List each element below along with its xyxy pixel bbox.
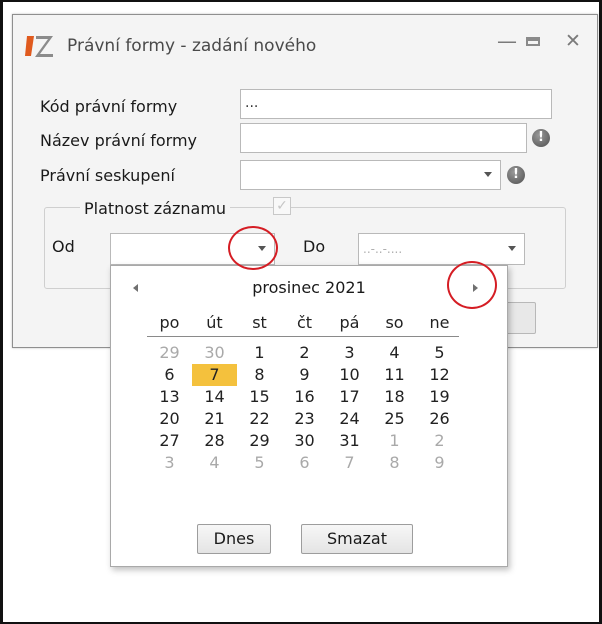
weekday-label: čt: [296, 313, 313, 332]
weekday-label: st: [252, 313, 267, 332]
calendar-day[interactable]: 28: [192, 430, 237, 452]
calendar-day[interactable]: 4: [372, 342, 417, 364]
calendar-day[interactable]: 8: [372, 452, 417, 474]
calendar-popup: prosinec 2021 po út st čt pá so ne 29 30…: [110, 265, 508, 567]
calendar-day[interactable]: 7: [327, 452, 372, 474]
calendar-day[interactable]: 6: [147, 364, 192, 386]
calendar-week-row: 20 21 22 23 24 25 26: [147, 408, 462, 430]
do-placeholder: ..-..-....: [363, 242, 403, 256]
minimize-button[interactable]: —: [497, 29, 517, 53]
calendar-day[interactable]: 20: [147, 408, 192, 430]
calendar-day[interactable]: 9: [417, 452, 462, 474]
window-title: Právní formy - zadání nového: [67, 36, 317, 56]
title-bar[interactable]: Právní formy - zadání nového — ✕: [13, 15, 597, 73]
calendar-day[interactable]: 2: [282, 342, 327, 364]
do-dropdown-arrow-icon[interactable]: [508, 246, 516, 251]
nazev-input[interactable]: [240, 123, 527, 153]
weekday-label: so: [385, 313, 404, 332]
kod-input[interactable]: ...: [240, 89, 552, 119]
weekday-label: út: [206, 313, 223, 332]
nazev-label: Název právní formy: [40, 131, 198, 150]
do-date-combobox[interactable]: ..-..-....: [358, 233, 525, 265]
calendar-week-row: 13 14 15 16 17 18 19: [147, 386, 462, 408]
weekday-label: ne: [429, 313, 450, 332]
calendar-day[interactable]: 6: [282, 452, 327, 474]
calendar-day[interactable]: 13: [147, 386, 192, 408]
calendar-day[interactable]: 21: [192, 408, 237, 430]
annotation-circle-od-arrow: [228, 226, 278, 270]
calendar-day[interactable]: 24: [327, 408, 372, 430]
calendar-day[interactable]: 30: [282, 430, 327, 452]
calendar-day[interactable]: 4: [192, 452, 237, 474]
today-button[interactable]: Dnes: [197, 524, 271, 554]
calendar-day-today[interactable]: 7: [192, 364, 237, 386]
calendar-day[interactable]: 8: [237, 364, 282, 386]
calendar-day[interactable]: 3: [327, 342, 372, 364]
calendar-day[interactable]: 12: [417, 364, 462, 386]
weekday-label: pá: [339, 313, 360, 332]
calendar-day[interactable]: 3: [147, 452, 192, 474]
calendar-day[interactable]: 17: [327, 386, 372, 408]
app-logo-icon: [25, 36, 53, 57]
calendar-day[interactable]: 2: [417, 430, 462, 452]
calendar-day[interactable]: 14: [192, 386, 237, 408]
calendar-day[interactable]: 5: [417, 342, 462, 364]
calendar-day[interactable]: 26: [417, 408, 462, 430]
calendar-day[interactable]: 11: [372, 364, 417, 386]
clear-button[interactable]: Smazat: [301, 524, 413, 554]
calendar-day[interactable]: 19: [417, 386, 462, 408]
platnost-checkbox[interactable]: ✓: [273, 197, 291, 215]
seskupeni-label: Právní seskupení: [40, 166, 175, 185]
do-label: Do: [303, 237, 326, 256]
calendar-day[interactable]: 29: [237, 430, 282, 452]
calendar-day[interactable]: 10: [327, 364, 372, 386]
seskupeni-combobox[interactable]: [240, 160, 501, 190]
weekday-label: po: [159, 313, 180, 332]
calendar-day[interactable]: 16: [282, 386, 327, 408]
calendar-day[interactable]: 31: [327, 430, 372, 452]
kod-label: Kód právní formy: [40, 97, 178, 116]
calendar-week-row: 29 30 1 2 3 4 5: [147, 342, 462, 364]
seskupeni-info-icon: !: [507, 166, 525, 184]
close-button[interactable]: ✕: [565, 30, 581, 52]
calendar-week-row: 6 7 8 9 10 11 12: [147, 364, 462, 386]
calendar-day[interactable]: 30: [192, 342, 237, 364]
calendar-day[interactable]: 1: [237, 342, 282, 364]
calendar-day[interactable]: 1: [372, 430, 417, 452]
od-label: Od: [52, 237, 75, 256]
chevron-down-icon[interactable]: [484, 172, 492, 177]
platnost-title: Platnost záznamu: [80, 199, 231, 218]
nazev-info-icon: !: [532, 129, 550, 147]
calendar-day[interactable]: 9: [282, 364, 327, 386]
weekday-header-row: po út st čt pá so ne: [147, 312, 462, 334]
calendar-day[interactable]: 27: [147, 430, 192, 452]
calendar-day[interactable]: 22: [237, 408, 282, 430]
calendar-day[interactable]: 5: [237, 452, 282, 474]
weekday-divider: [147, 336, 459, 337]
calendar-week-row: 27 28 29 30 31 1 2: [147, 430, 462, 452]
maximize-button[interactable]: [526, 37, 540, 46]
calendar-day[interactable]: 25: [372, 408, 417, 430]
calendar-day[interactable]: 29: [147, 342, 192, 364]
annotation-circle-next-month: [447, 261, 497, 309]
calendar-day[interactable]: 18: [372, 386, 417, 408]
calendar-week-row: 3 4 5 6 7 8 9: [147, 452, 462, 474]
calendar-day[interactable]: 23: [282, 408, 327, 430]
calendar-day[interactable]: 15: [237, 386, 282, 408]
